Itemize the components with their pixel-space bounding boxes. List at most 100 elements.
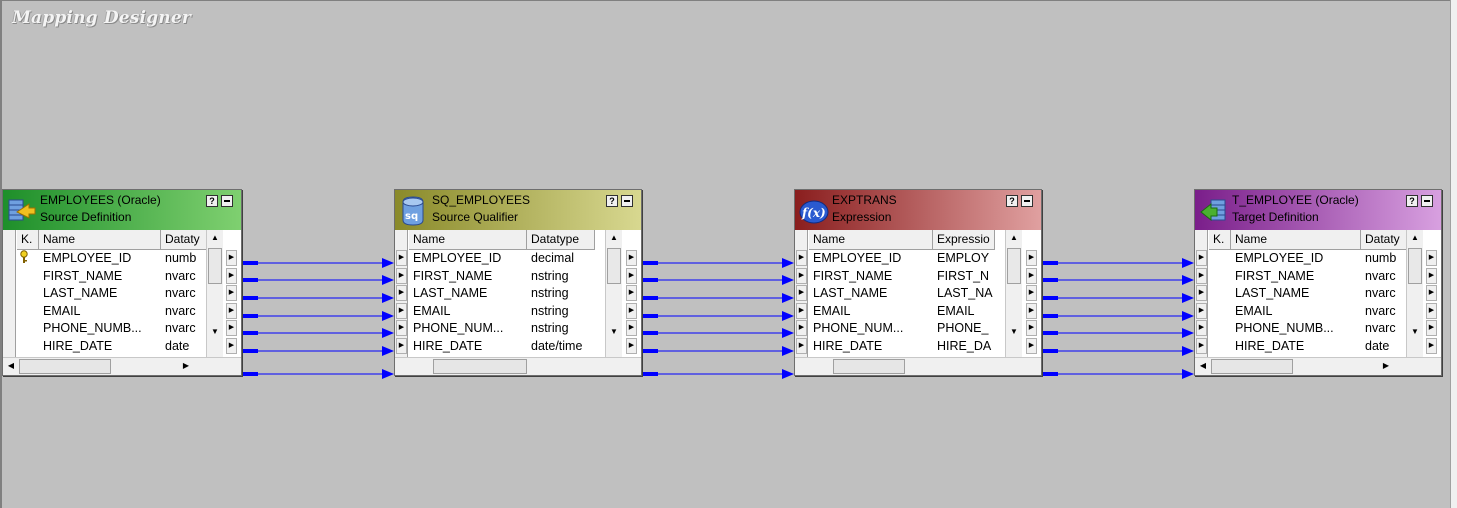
output-port-marker[interactable]: ▶ xyxy=(1026,250,1037,266)
column-header[interactable]: Dataty xyxy=(161,230,211,250)
scroll-up-icon[interactable]: ▲ xyxy=(606,230,622,246)
minimize-button[interactable] xyxy=(1421,195,1433,207)
input-port-marker[interactable]: ▶ xyxy=(796,285,807,301)
input-port-marker[interactable]: ▶ xyxy=(1196,337,1207,354)
input-port-marker[interactable]: ▶ xyxy=(396,337,407,354)
port-name[interactable]: FIRST_NAME xyxy=(413,268,525,285)
output-port-marker[interactable]: ▶ xyxy=(1426,337,1437,354)
port-name[interactable]: FIRST_NAME xyxy=(1235,268,1359,285)
output-port-marker[interactable]: ▶ xyxy=(226,267,237,284)
port-value[interactable]: nvarc xyxy=(165,303,205,320)
column-header[interactable]: K. xyxy=(17,230,39,250)
port-name[interactable]: EMPLOYEE_ID xyxy=(43,250,159,267)
port-value[interactable]: LAST_NA xyxy=(937,285,1004,302)
transformation-0[interactable]: EMPLOYEES (Oracle) Source Definition ? K… xyxy=(2,189,242,376)
port-value[interactable]: nstring xyxy=(531,285,604,302)
output-port-marker[interactable]: ▶ xyxy=(1026,302,1037,319)
scroll-right-icon[interactable]: ▶ xyxy=(178,358,194,374)
help-button[interactable]: ? xyxy=(206,195,218,207)
input-port-marker[interactable]: ▶ xyxy=(396,267,407,284)
column-header[interactable]: Name xyxy=(809,230,933,250)
port-name[interactable]: HIRE_DATE xyxy=(413,338,525,355)
scroll-down-icon[interactable]: ▼ xyxy=(1006,324,1022,340)
input-port-marker[interactable]: ▶ xyxy=(796,302,807,319)
vertical-scrollbar[interactable]: ▲ ▼ xyxy=(1005,230,1022,357)
port-name[interactable]: PHONE_NUMB... xyxy=(1235,320,1359,337)
vertical-scrollbar[interactable]: ▲ ▼ xyxy=(206,230,223,357)
port-name[interactable]: EMAIL xyxy=(813,303,931,320)
port-grid[interactable]: Name Datatype EMPLOYEE_ID decimal ▶ ▶ FIRST_NA… xyxy=(395,230,641,375)
input-port-marker[interactable]: ▶ xyxy=(396,320,407,336)
port-value[interactable]: EMAIL xyxy=(937,303,1004,320)
column-header[interactable]: Datatype xyxy=(527,230,595,250)
port-value[interactable]: numb xyxy=(1365,250,1405,267)
port-name[interactable]: PHONE_NUM... xyxy=(413,320,525,337)
hscroll-thumb[interactable] xyxy=(19,359,111,374)
scroll-down-icon[interactable]: ▼ xyxy=(207,324,223,340)
transformation-header[interactable]: EMPLOYEES (Oracle) Source Definition ? xyxy=(3,190,241,230)
column-header[interactable]: Name xyxy=(409,230,527,250)
output-port-marker[interactable]: ▶ xyxy=(1426,250,1437,266)
output-port-marker[interactable]: ▶ xyxy=(626,320,637,336)
input-port-marker[interactable]: ▶ xyxy=(796,337,807,354)
horizontal-scrollbar[interactable]: ◀ ▶ xyxy=(1195,357,1441,375)
port-value[interactable]: date/time xyxy=(531,338,604,355)
port-value[interactable]: nvarc xyxy=(1365,303,1405,320)
port-name[interactable]: FIRST_NAME xyxy=(813,268,931,285)
output-port-marker[interactable]: ▶ xyxy=(226,285,237,301)
port-name[interactable]: EMPLOYEE_ID xyxy=(413,250,525,267)
transformation-header[interactable]: f(x) EXPTRANS Expression ? xyxy=(795,190,1041,230)
column-header[interactable]: K. xyxy=(1209,230,1231,250)
minimize-button[interactable] xyxy=(221,195,233,207)
input-port-marker[interactable]: ▶ xyxy=(796,320,807,336)
port-name[interactable]: HIRE_DATE xyxy=(813,338,931,355)
output-port-marker[interactable]: ▶ xyxy=(1026,285,1037,301)
scroll-left-icon[interactable]: ◀ xyxy=(1195,358,1211,374)
output-port-marker[interactable]: ▶ xyxy=(1026,320,1037,336)
output-port-marker[interactable]: ▶ xyxy=(626,250,637,266)
port-grid[interactable]: Name Expressio EMPLOYEE_ID EMPLOY ▶ ▶ FIRST_NA… xyxy=(795,230,1041,375)
port-value[interactable]: date xyxy=(165,338,205,355)
port-value[interactable]: date xyxy=(1365,338,1405,355)
port-name[interactable]: LAST_NAME xyxy=(1235,285,1359,302)
port-name[interactable]: FIRST_NAME xyxy=(43,268,159,285)
vertical-scrollbar[interactable]: ▲ ▼ xyxy=(1406,230,1423,357)
input-port-marker[interactable]: ▶ xyxy=(1196,285,1207,301)
port-name[interactable]: EMPLOYEE_ID xyxy=(813,250,931,267)
output-port-marker[interactable]: ▶ xyxy=(1426,267,1437,284)
input-port-marker[interactable]: ▶ xyxy=(1196,267,1207,284)
transformation-header[interactable]: T_EMPLOYEE (Oracle) Target Definition ? xyxy=(1195,190,1441,230)
vertical-scrollbar[interactable]: ▲ ▼ xyxy=(605,230,622,357)
minimize-button[interactable] xyxy=(621,195,633,207)
scroll-right-icon[interactable]: ▶ xyxy=(1378,358,1394,374)
port-name[interactable]: LAST_NAME xyxy=(43,285,159,302)
output-port-marker[interactable]: ▶ xyxy=(1426,320,1437,336)
output-port-marker[interactable]: ▶ xyxy=(1026,267,1037,284)
hscroll-thumb[interactable] xyxy=(833,359,905,374)
scroll-down-icon[interactable]: ▼ xyxy=(1407,324,1423,340)
input-port-marker[interactable]: ▶ xyxy=(396,285,407,301)
help-button[interactable]: ? xyxy=(606,195,618,207)
input-port-marker[interactable]: ▶ xyxy=(396,250,407,266)
output-port-marker[interactable]: ▶ xyxy=(626,302,637,319)
port-value[interactable]: nvarc xyxy=(165,268,205,285)
port-value[interactable]: FIRST_N xyxy=(937,268,1004,285)
scroll-thumb[interactable] xyxy=(1007,248,1021,284)
help-button[interactable]: ? xyxy=(1006,195,1018,207)
transformation-3[interactable]: T_EMPLOYEE (Oracle) Target Definition ? … xyxy=(1194,189,1442,376)
port-name[interactable]: LAST_NAME xyxy=(813,285,931,302)
port-value[interactable]: nstring xyxy=(531,268,604,285)
port-value[interactable]: PHONE_ xyxy=(937,320,1004,337)
input-port-marker[interactable]: ▶ xyxy=(796,267,807,284)
output-port-marker[interactable]: ▶ xyxy=(226,302,237,319)
output-port-marker[interactable]: ▶ xyxy=(1426,285,1437,301)
scroll-up-icon[interactable]: ▲ xyxy=(1407,230,1423,246)
port-value[interactable]: numb xyxy=(165,250,205,267)
input-port-marker[interactable]: ▶ xyxy=(396,302,407,319)
scroll-thumb[interactable] xyxy=(208,248,222,284)
horizontal-scrollbar[interactable] xyxy=(795,357,1041,375)
port-grid[interactable]: K. Name Dataty EMPLOYEE_ID numb ▶ FIRST_NAME nv… xyxy=(3,230,241,375)
port-name[interactable]: EMAIL xyxy=(413,303,525,320)
input-port-marker[interactable]: ▶ xyxy=(796,250,807,266)
scroll-left-icon[interactable]: ◀ xyxy=(3,358,19,374)
